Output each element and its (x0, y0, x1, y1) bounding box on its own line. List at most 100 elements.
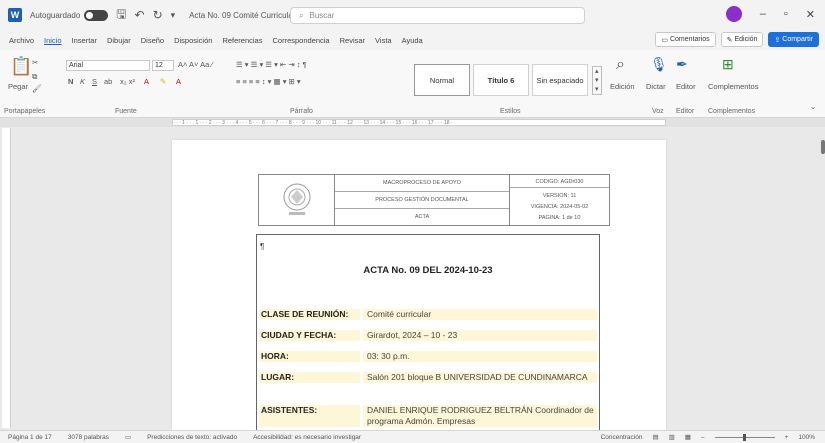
bold-icon[interactable]: N (68, 77, 73, 86)
addins-icon[interactable]: ⊞ (722, 56, 734, 73)
tab-archivo[interactable]: Archivo (4, 36, 39, 45)
list-icons[interactable]: ☰ ▾ ☰ ▾ ☰ ▾ ⇤ ⇥ ↕ ¶ (236, 60, 307, 69)
word-icon: W (8, 8, 22, 22)
save-icon[interactable]: 🖫 (116, 5, 126, 26)
cut-icon[interactable]: ✂ (32, 58, 38, 67)
horizontal-ruler[interactable]: · · · 1 · · · 1 · · · 2 · · · 3 · · · 4 … (0, 118, 825, 127)
font-color-icon[interactable]: A (176, 77, 181, 86)
zoom-slider[interactable] (714, 433, 775, 441)
tab-referencias[interactable]: Referencias (217, 36, 267, 45)
undo-icon[interactable]: ↶ (135, 8, 145, 22)
pencil-icon: ✎ (726, 36, 735, 44)
word-count[interactable]: 3078 palabras (68, 434, 109, 441)
field-value[interactable]: Salón 201 bloque B UNIVERSIDAD DE CUNDIN… (363, 372, 597, 383)
strikethrough-icon[interactable]: ab (104, 77, 112, 86)
field-row: HORA: 03: 30 p.m. (259, 351, 597, 362)
copy-icon[interactable]: ⧉ (32, 72, 37, 82)
autosave-label: Autoguardado (30, 10, 81, 20)
header-middle: MACROPROCESO DE APOYO PROCESO GESTIÓN DO… (335, 175, 510, 225)
close-icon[interactable]: ✕ (806, 8, 815, 21)
field-value[interactable]: DANIEL ENRIQUE RODRIGUEZ BELTRÁN Coordin… (363, 405, 597, 427)
minimize-icon[interactable]: – (760, 8, 766, 20)
page-count[interactable]: Página 1 de 17 (8, 434, 52, 441)
format-painter-icon[interactable]: 🖌 (32, 84, 42, 93)
subscript-superscript-icons[interactable]: x₂ x² (120, 77, 135, 86)
customize-toolbar-icon[interactable]: ▾ (171, 10, 176, 21)
font-size-select[interactable]: 12 (152, 60, 174, 71)
web-layout-icon[interactable]: ▦ (685, 433, 691, 441)
header-code: CODIGO: AGDr030 (510, 179, 609, 189)
header-org: MACROPROCESO DE APOYO (335, 175, 509, 192)
tab-revisar[interactable]: Revisar (335, 36, 370, 45)
comment-icon: ▭ (661, 36, 670, 44)
ribbon: 📋 Pegar ✂ ⧉ 🖌 Portapapeles Arial 12 A˄ A… (0, 50, 825, 118)
underline-icon[interactable]: S (92, 77, 97, 86)
status-bar: Página 1 de 17 3078 palabras ▭ Prediccio… (0, 430, 825, 443)
style-normal[interactable]: Normal (414, 64, 470, 96)
alignment-icons[interactable]: ≡ ≡ ≡ ≡ ↕ ▾ ▦ ▾ ⊞ ▾ (236, 77, 301, 86)
focus-mode[interactable]: Concentración (601, 434, 643, 441)
ruler-marks: · · · 1 · · · 1 · · · 2 · · · 3 · · · 4 … (172, 119, 666, 126)
document-page[interactable]: MACROPROCESO DE APOYO PROCESO GESTIÓN DO… (172, 140, 666, 430)
font-name-select[interactable]: Arial (66, 60, 150, 71)
accessibility-status[interactable]: Accesibilidad: es necesario investigar (253, 434, 361, 441)
zoom-in-icon[interactable]: + (785, 434, 789, 441)
styles-expand-icon[interactable]: ▴ ▾ ▾ (592, 66, 602, 95)
search-input[interactable]: ⌕ Buscar (290, 7, 585, 24)
field-value[interactable]: Comité curricular (363, 309, 597, 320)
comments-label: Comentarios (669, 36, 710, 43)
tab-inicio[interactable]: Inicio (39, 36, 67, 45)
italic-icon[interactable]: K (80, 77, 85, 86)
print-layout-icon[interactable]: ▥ (669, 433, 675, 441)
search-icon: ⌕ (299, 10, 304, 20)
avatar[interactable] (725, 6, 742, 22)
scrollbar-thumb[interactable] (821, 140, 825, 154)
editing-label[interactable]: Edición (610, 82, 635, 91)
font-grow-shrink-icons[interactable]: A˄ A˅ Aa ⁄ (178, 60, 213, 69)
toggle-icon[interactable] (84, 9, 109, 21)
paste-label[interactable]: Pegar (8, 82, 28, 91)
field-row: LUGAR: Salón 201 bloque B UNIVERSIDAD DE… (259, 372, 597, 383)
editor-pen-icon[interactable]: ✒ (676, 56, 688, 73)
autosave-toggle[interactable]: Autoguardado (30, 9, 109, 21)
field-value[interactable]: 03: 30 p.m. (363, 351, 597, 362)
acta-content[interactable]: ¶ ACTA No. 09 DEL 2024-10-23 CLASE DE RE… (256, 234, 600, 430)
tab-ayuda[interactable]: Ayuda (397, 36, 428, 45)
text-predictions[interactable]: Predicciones de texto: activado (147, 434, 237, 441)
maximize-icon[interactable]: ▫ (784, 8, 788, 20)
clipboard-group-label: Portapapeles (4, 108, 46, 115)
header-version: VERSION: 11 (542, 193, 577, 200)
tab-diseno[interactable]: Diseño (136, 36, 169, 45)
tab-disposicion[interactable]: Disposición (169, 36, 217, 45)
highlight-icon[interactable]: ✎ (160, 77, 166, 86)
paste-icon[interactable]: 📋 (10, 56, 32, 77)
tab-correspondencia[interactable]: Correspondencia (267, 36, 334, 45)
addins-label[interactable]: Complementos (708, 82, 758, 91)
tab-insertar[interactable]: Insertar (67, 36, 102, 45)
microphone-icon[interactable]: 🎙 (650, 56, 668, 73)
text-effects-icon[interactable]: A (144, 77, 149, 86)
comments-button[interactable]: ▭ Comentarios (655, 32, 716, 47)
style-sin-espaciado[interactable]: Sin espaciado (532, 64, 588, 96)
find-icon[interactable]: ⌕ (616, 56, 625, 74)
zoom-out-icon[interactable]: – (701, 434, 705, 441)
styles-group-label: Estilos (500, 108, 521, 115)
editing-mode-button[interactable]: ✎ Edición (720, 32, 764, 47)
field-label: ASISTENTES: (259, 405, 360, 427)
vertical-ruler[interactable] (2, 128, 11, 428)
paragraph-mark: ¶ (260, 242, 265, 251)
editor-label[interactable]: Editor (676, 82, 696, 91)
proofing-icon[interactable]: ▭ (125, 433, 131, 441)
editor-group-label: Editor (676, 108, 695, 115)
tab-vista[interactable]: Vista (370, 36, 397, 45)
collapse-ribbon-icon[interactable]: ⌄ (810, 102, 816, 111)
dictate-label[interactable]: Dictar (646, 82, 666, 91)
redo-icon[interactable]: ↻ (153, 8, 163, 22)
share-button[interactable]: ⇪ Compartir (768, 32, 819, 47)
acta-title: ACTA No. 09 DEL 2024-10-23 (363, 265, 493, 276)
field-value[interactable]: Girardot, 2024 – 10 - 23 (363, 330, 597, 341)
style-titulo-6[interactable]: Título 6 (473, 64, 529, 96)
tab-dibujar[interactable]: Dibujar (102, 36, 136, 45)
read-mode-icon[interactable]: ▤ (652, 433, 658, 441)
zoom-level[interactable]: 100% (798, 434, 815, 441)
